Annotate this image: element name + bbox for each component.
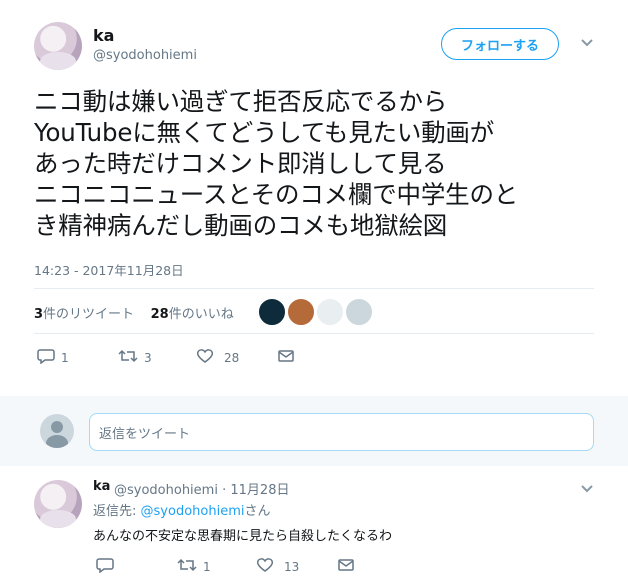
author-display-name[interactable]: ka: [93, 26, 114, 45]
reply-reply-button[interactable]: [96, 557, 114, 577]
reply-button[interactable]: 1: [37, 348, 69, 368]
reply-author-avatar[interactable]: [34, 480, 82, 528]
reply-retweet-button[interactable]: 1: [177, 557, 211, 577]
divider: [34, 288, 594, 289]
liker-avatar[interactable]: [316, 298, 344, 326]
chevron-down-icon[interactable]: [580, 36, 594, 52]
follow-button[interactable]: フォローする: [441, 28, 559, 60]
tweet-text-line: ニコ動は嫌い過ぎて拒否反応でるから: [34, 87, 448, 116]
reply-icon: [96, 557, 114, 577]
reply-dm-button[interactable]: [337, 557, 355, 577]
reply-date[interactable]: 11月28日: [230, 483, 289, 498]
reply-input[interactable]: 返信をツイート: [89, 413, 594, 451]
author-handle[interactable]: @syodohohiemi: [93, 48, 197, 63]
separator: ·: [222, 483, 227, 498]
user-avatar: [40, 414, 74, 448]
tweet-stats: 3件のリツイート 28件のいいね: [34, 303, 234, 322]
retweet-icon: [118, 348, 138, 368]
reply-author-display-name[interactable]: ka: [93, 479, 110, 494]
reply-author-handle[interactable]: @syodohohiemi: [114, 483, 218, 498]
envelope-icon: [277, 348, 295, 368]
reply-like-button[interactable]: 13: [256, 557, 299, 577]
tweet-text: ニコ動は嫌い過ぎて拒否反応でるから YouTubeに無くてどうしても見たい動画が…: [34, 86, 609, 241]
divider: [34, 333, 594, 334]
reply-text: あんなの不安定な思春期に見たら自殺したくなるわ: [93, 529, 393, 544]
tweet-timestamp[interactable]: 14:23 - 2017年11月28日: [34, 260, 184, 279]
liker-avatar[interactable]: [287, 298, 315, 326]
like-stat[interactable]: 28件のいいね: [151, 307, 234, 322]
tweet-text-line: YouTubeに無くてどうしても見たい動画が: [34, 118, 495, 147]
retweet-icon: [177, 557, 197, 577]
tweet-text-line: ニコニコニュースとそのコメ欄で中学生のと: [34, 180, 519, 209]
reply-to-handle[interactable]: @syodohohiemi: [141, 504, 245, 519]
direct-message-button[interactable]: [277, 348, 295, 368]
liker-avatar[interactable]: [258, 298, 286, 326]
author-avatar[interactable]: [34, 22, 82, 70]
heart-icon: [196, 348, 214, 368]
reply-to: 返信先: @syodohohiemiさん: [93, 504, 271, 519]
liker-avatar[interactable]: [345, 298, 373, 326]
tweet-text-line: き精神病んだし動画のコメも地獄絵図: [34, 211, 448, 240]
like-button[interactable]: 28: [196, 348, 239, 368]
chevron-down-icon[interactable]: [580, 482, 594, 498]
heart-icon: [256, 557, 274, 577]
tweet-text-line: あった時だけコメント即消しして見る: [34, 149, 447, 178]
envelope-icon: [337, 557, 355, 577]
reply-icon: [37, 348, 55, 368]
reply-meta: @syodohohiemi · 11月28日: [114, 479, 289, 498]
retweet-stat[interactable]: 3件のリツイート: [34, 307, 134, 322]
retweet-button[interactable]: 3: [118, 348, 152, 368]
